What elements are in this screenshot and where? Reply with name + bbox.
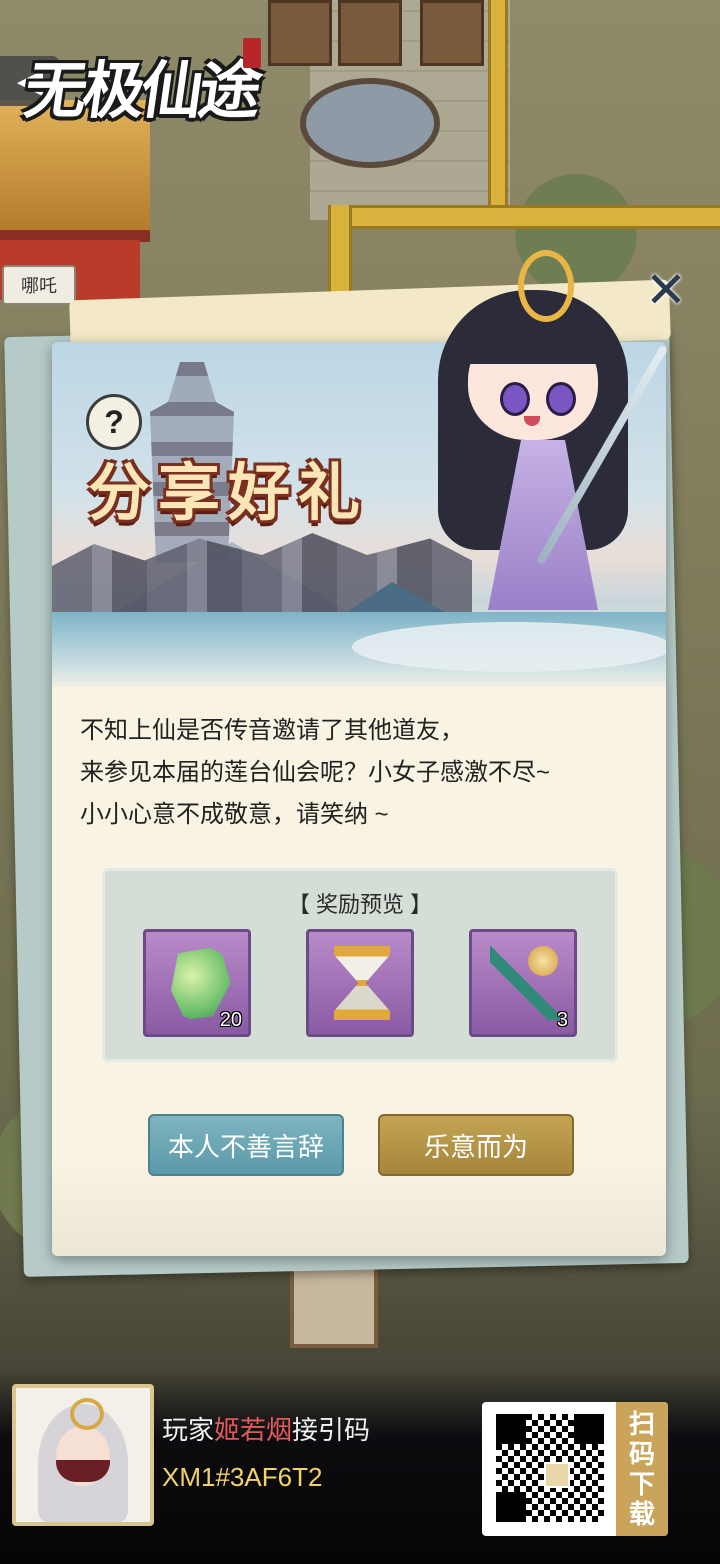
- reward-preview-title: 【 奖励预览 】: [287, 892, 433, 917]
- golden-hourglass-icon: [334, 946, 390, 1020]
- accept-button[interactable]: 乐意而为: [378, 1114, 574, 1176]
- qr-label-char: 码: [628, 1439, 655, 1469]
- invite-code[interactable]: XM1#3AF6T2: [162, 1462, 322, 1493]
- reward-preview-panel: 【 奖励预览 】 20 3: [102, 868, 618, 1062]
- reward-item[interactable]: 3: [469, 929, 577, 1037]
- avatar-crown: [70, 1398, 104, 1430]
- character-eye: [546, 382, 576, 416]
- dialog-description: 不知上仙是否传音邀请了其他道友， 来参见本届的莲台仙会呢？小女子感激不尽~ 小小…: [80, 710, 640, 836]
- qr-label-char: 载: [628, 1499, 655, 1529]
- description-line: 不知上仙是否传音邀请了其他道友，: [80, 717, 464, 744]
- courtyard-wall: [330, 205, 720, 229]
- npc-name-tag[interactable]: 哪吒: [2, 265, 76, 305]
- reward-item[interactable]: 20: [143, 929, 251, 1037]
- player-name: 姬若烟: [214, 1415, 293, 1445]
- game-logo: 无极仙途: [20, 54, 263, 127]
- close-button[interactable]: ✕: [636, 260, 696, 320]
- hair-ornament: [518, 250, 574, 322]
- invite-prefix: 玩家: [162, 1415, 215, 1445]
- description-line: 来参见本届的莲台仙会呢？小女子感激不尽~: [80, 759, 551, 786]
- chair: [420, 0, 484, 66]
- player-avatar: [12, 1384, 154, 1526]
- qr-logo-icon: [544, 1462, 570, 1488]
- invite-text: 玩家姬若烟接引码: [162, 1410, 370, 1447]
- character-illustration: [428, 250, 668, 670]
- courtyard-wall: [488, 0, 508, 210]
- description-line: 小小心意不成敬意，请笑纳 ~: [80, 801, 389, 828]
- qr-label-char: 下: [628, 1469, 655, 1499]
- chair: [268, 0, 332, 66]
- reward-item[interactable]: [306, 929, 414, 1037]
- download-qr-card[interactable]: 扫 码 下 载: [482, 1402, 668, 1536]
- qr-code: [496, 1414, 604, 1522]
- banquet-table: [300, 78, 440, 168]
- decline-button[interactable]: 本人不善言辞: [148, 1114, 344, 1176]
- floor-tile: [290, 1260, 378, 1348]
- chair: [338, 0, 402, 66]
- magic-staff-icon: [490, 946, 560, 1020]
- scan-download-label: 扫 码 下 载: [616, 1402, 668, 1536]
- reward-count: 3: [556, 1009, 568, 1031]
- reward-count: 20: [219, 1009, 242, 1031]
- invite-suffix: 接引码: [292, 1415, 371, 1445]
- dialog-title: 分享好礼: [88, 456, 369, 529]
- character-eye: [500, 382, 530, 416]
- qr-label-char: 扫: [628, 1409, 655, 1439]
- logo-seal: [243, 38, 261, 68]
- dialog-mist: [52, 1162, 666, 1256]
- close-icon: ✕: [645, 262, 687, 318]
